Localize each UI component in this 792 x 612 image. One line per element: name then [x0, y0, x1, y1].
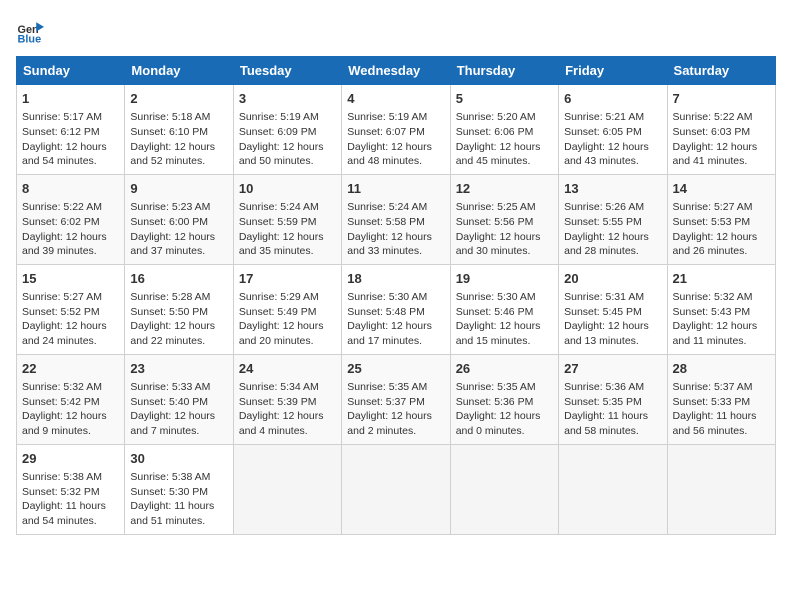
day-number: 27	[564, 360, 661, 378]
col-header-monday: Monday	[125, 57, 233, 85]
day-number: 6	[564, 90, 661, 108]
week-row-2: 8Sunrise: 5:22 AMSunset: 6:02 PMDaylight…	[17, 174, 776, 264]
day-number: 23	[130, 360, 227, 378]
day-number: 18	[347, 270, 444, 288]
logo: Gen Blue	[16, 16, 48, 44]
calendar-cell: 20Sunrise: 5:31 AMSunset: 5:45 PMDayligh…	[559, 264, 667, 354]
page-header: Gen Blue	[16, 16, 776, 44]
calendar-cell	[667, 444, 775, 534]
day-number: 5	[456, 90, 553, 108]
calendar-cell: 29Sunrise: 5:38 AMSunset: 5:32 PMDayligh…	[17, 444, 125, 534]
calendar-cell: 30Sunrise: 5:38 AMSunset: 5:30 PMDayligh…	[125, 444, 233, 534]
calendar-cell: 14Sunrise: 5:27 AMSunset: 5:53 PMDayligh…	[667, 174, 775, 264]
calendar-cell: 25Sunrise: 5:35 AMSunset: 5:37 PMDayligh…	[342, 354, 450, 444]
calendar-cell: 9Sunrise: 5:23 AMSunset: 6:00 PMDaylight…	[125, 174, 233, 264]
calendar-cell: 16Sunrise: 5:28 AMSunset: 5:50 PMDayligh…	[125, 264, 233, 354]
col-header-tuesday: Tuesday	[233, 57, 341, 85]
calendar-cell: 8Sunrise: 5:22 AMSunset: 6:02 PMDaylight…	[17, 174, 125, 264]
day-number: 20	[564, 270, 661, 288]
week-row-5: 29Sunrise: 5:38 AMSunset: 5:32 PMDayligh…	[17, 444, 776, 534]
day-number: 28	[673, 360, 770, 378]
calendar-cell: 18Sunrise: 5:30 AMSunset: 5:48 PMDayligh…	[342, 264, 450, 354]
calendar-cell	[233, 444, 341, 534]
calendar-cell: 28Sunrise: 5:37 AMSunset: 5:33 PMDayligh…	[667, 354, 775, 444]
calendar-cell: 12Sunrise: 5:25 AMSunset: 5:56 PMDayligh…	[450, 174, 558, 264]
calendar-cell: 21Sunrise: 5:32 AMSunset: 5:43 PMDayligh…	[667, 264, 775, 354]
calendar-cell: 6Sunrise: 5:21 AMSunset: 6:05 PMDaylight…	[559, 85, 667, 175]
logo-icon: Gen Blue	[16, 16, 44, 44]
day-number: 1	[22, 90, 119, 108]
col-header-wednesday: Wednesday	[342, 57, 450, 85]
calendar-cell	[450, 444, 558, 534]
calendar-cell: 22Sunrise: 5:32 AMSunset: 5:42 PMDayligh…	[17, 354, 125, 444]
calendar-cell: 5Sunrise: 5:20 AMSunset: 6:06 PMDaylight…	[450, 85, 558, 175]
day-number: 29	[22, 450, 119, 468]
day-number: 17	[239, 270, 336, 288]
day-number: 19	[456, 270, 553, 288]
day-number: 7	[673, 90, 770, 108]
day-number: 3	[239, 90, 336, 108]
calendar-cell: 27Sunrise: 5:36 AMSunset: 5:35 PMDayligh…	[559, 354, 667, 444]
day-number: 10	[239, 180, 336, 198]
col-header-saturday: Saturday	[667, 57, 775, 85]
svg-text:Blue: Blue	[18, 33, 42, 44]
week-row-1: 1Sunrise: 5:17 AMSunset: 6:12 PMDaylight…	[17, 85, 776, 175]
calendar-cell: 23Sunrise: 5:33 AMSunset: 5:40 PMDayligh…	[125, 354, 233, 444]
calendar-cell: 17Sunrise: 5:29 AMSunset: 5:49 PMDayligh…	[233, 264, 341, 354]
week-row-4: 22Sunrise: 5:32 AMSunset: 5:42 PMDayligh…	[17, 354, 776, 444]
calendar-cell: 7Sunrise: 5:22 AMSunset: 6:03 PMDaylight…	[667, 85, 775, 175]
day-number: 22	[22, 360, 119, 378]
calendar-cell: 4Sunrise: 5:19 AMSunset: 6:07 PMDaylight…	[342, 85, 450, 175]
day-number: 21	[673, 270, 770, 288]
calendar-cell: 2Sunrise: 5:18 AMSunset: 6:10 PMDaylight…	[125, 85, 233, 175]
calendar-cell: 3Sunrise: 5:19 AMSunset: 6:09 PMDaylight…	[233, 85, 341, 175]
day-number: 26	[456, 360, 553, 378]
day-number: 25	[347, 360, 444, 378]
header-row: SundayMondayTuesdayWednesdayThursdayFrid…	[17, 57, 776, 85]
day-number: 2	[130, 90, 227, 108]
calendar-cell: 13Sunrise: 5:26 AMSunset: 5:55 PMDayligh…	[559, 174, 667, 264]
calendar-cell	[559, 444, 667, 534]
day-number: 4	[347, 90, 444, 108]
day-number: 15	[22, 270, 119, 288]
week-row-3: 15Sunrise: 5:27 AMSunset: 5:52 PMDayligh…	[17, 264, 776, 354]
day-number: 9	[130, 180, 227, 198]
calendar-cell: 26Sunrise: 5:35 AMSunset: 5:36 PMDayligh…	[450, 354, 558, 444]
day-number: 24	[239, 360, 336, 378]
day-number: 8	[22, 180, 119, 198]
col-header-sunday: Sunday	[17, 57, 125, 85]
day-number: 11	[347, 180, 444, 198]
day-number: 13	[564, 180, 661, 198]
calendar-cell	[342, 444, 450, 534]
calendar-cell: 11Sunrise: 5:24 AMSunset: 5:58 PMDayligh…	[342, 174, 450, 264]
calendar-table: SundayMondayTuesdayWednesdayThursdayFrid…	[16, 56, 776, 535]
col-header-thursday: Thursday	[450, 57, 558, 85]
calendar-cell: 1Sunrise: 5:17 AMSunset: 6:12 PMDaylight…	[17, 85, 125, 175]
day-number: 14	[673, 180, 770, 198]
day-number: 12	[456, 180, 553, 198]
calendar-cell: 24Sunrise: 5:34 AMSunset: 5:39 PMDayligh…	[233, 354, 341, 444]
calendar-cell: 10Sunrise: 5:24 AMSunset: 5:59 PMDayligh…	[233, 174, 341, 264]
calendar-cell: 19Sunrise: 5:30 AMSunset: 5:46 PMDayligh…	[450, 264, 558, 354]
day-number: 30	[130, 450, 227, 468]
day-number: 16	[130, 270, 227, 288]
calendar-cell: 15Sunrise: 5:27 AMSunset: 5:52 PMDayligh…	[17, 264, 125, 354]
col-header-friday: Friday	[559, 57, 667, 85]
